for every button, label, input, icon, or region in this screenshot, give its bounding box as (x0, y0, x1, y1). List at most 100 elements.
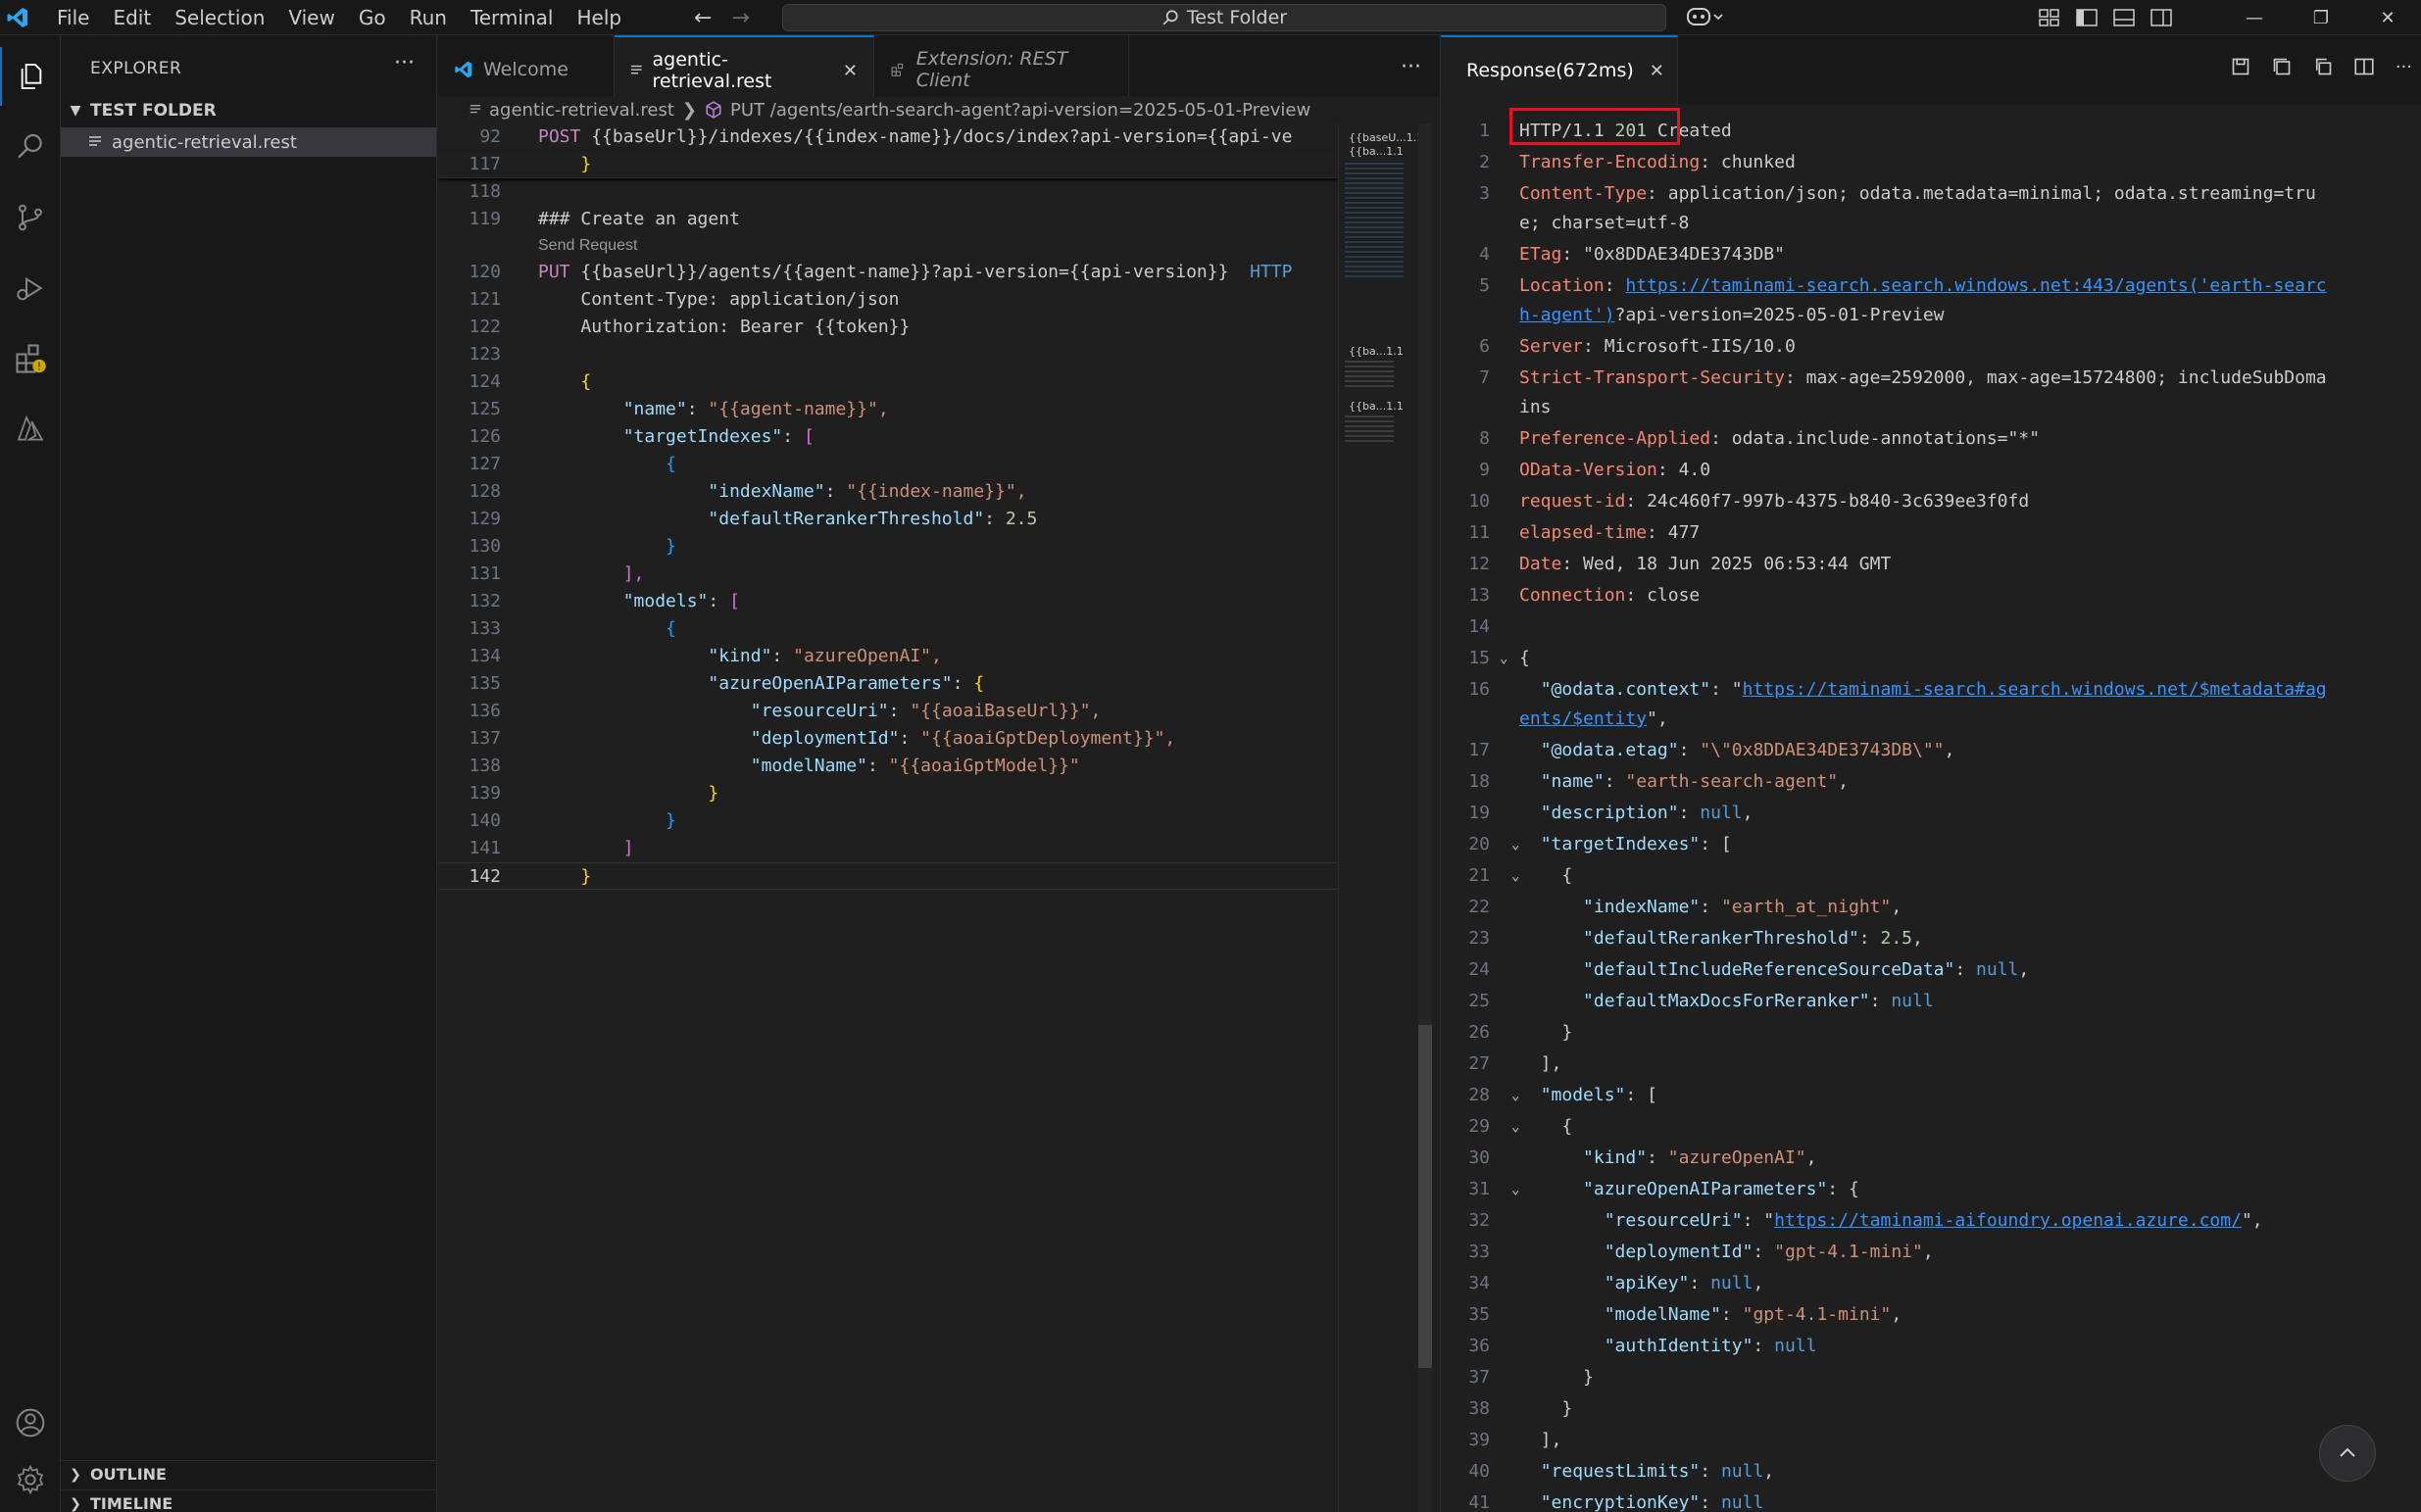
response-line: 8 Preference-Applied: odata.include-annot… (1479, 428, 2041, 449)
command-center[interactable]: Test Folder (782, 4, 1666, 31)
file-name: agentic-retrieval.rest (112, 131, 297, 153)
response-line-wrap: ents/$entity", (1519, 708, 1668, 729)
code-line: 132 "models": [ (469, 591, 740, 611)
response-line: 34 "apiKey": null, (1468, 1273, 1764, 1293)
toggle-primary-sidebar-icon[interactable] (2076, 8, 2098, 27)
menu-terminal[interactable]: Terminal (459, 0, 566, 35)
outline-label: OUTLINE (90, 1465, 167, 1484)
location-link[interactable]: h-agent') (1519, 305, 1615, 325)
menu-view[interactable]: View (276, 0, 346, 35)
code-line: 121 Content-Type: application/json (469, 289, 900, 310)
code-line: 123 (469, 344, 501, 365)
response-line: 25 "defaultMaxDocsForReranker": null (1468, 991, 1934, 1011)
explorer-sidebar: EXPLORER ··· ▼ TEST FOLDER agentic-retri… (61, 35, 437, 1512)
back-arrow-icon[interactable]: ← (694, 6, 712, 30)
response-line: 7 Strict-Transport-Security: max-age=2592… (1479, 367, 2327, 388)
close-tab-icon[interactable]: ✕ (843, 61, 858, 81)
folder-name: TEST FOLDER (90, 101, 217, 121)
minimize-icon[interactable]: — (2221, 0, 2288, 35)
split-editor-icon[interactable] (2354, 57, 2374, 76)
response-line: 4 ETag: "0x8DDAE34DE3743DB" (1479, 244, 1785, 265)
response-line: 35 "modelName": "gpt-4.1-mini", (1468, 1304, 1902, 1325)
menu-help[interactable]: Help (565, 0, 633, 35)
response-viewer[interactable]: 1 HTTP/1.1 201 Created 2 Transfer-Encoding… (1441, 116, 2421, 1512)
vscode-logo-icon (0, 0, 35, 35)
response-line: 29 ⌄ { (1441, 1111, 2421, 1143)
code-line: 128 "indexName": "{{index-name}}", (469, 481, 1027, 502)
metadata-link[interactable]: ents/$entity (1519, 708, 1647, 729)
tab-agentic-retrieval[interactable]: agentic-retrieval.rest ✕ (615, 35, 874, 104)
menu-selection[interactable]: Selection (163, 0, 276, 35)
close-window-icon[interactable]: ✕ (2354, 0, 2421, 35)
forward-arrow-icon[interactable]: → (731, 6, 749, 30)
toggle-panel-icon[interactable] (2113, 8, 2135, 27)
close-tab-icon[interactable]: ✕ (1650, 61, 1664, 81)
response-line: 30 "kind": "azureOpenAI", (1468, 1147, 1817, 1168)
code-line: 130 } (469, 536, 676, 557)
metadata-link[interactable]: https://taminami-search.search.windows.n… (1743, 679, 2327, 700)
response-actions: ··· (2231, 57, 2412, 77)
explorer-title: EXPLORER (90, 59, 182, 78)
tab-response[interactable]: API Response(672ms) ✕ (1441, 35, 1678, 104)
resource-uri-link[interactable]: https://taminami-aifoundry.openai.azure.… (1774, 1210, 2242, 1231)
extensions-icon[interactable]: ! (0, 329, 61, 388)
code-line: 122 Authorization: Bearer {{token}} (469, 317, 911, 337)
menu-file[interactable]: File (45, 0, 101, 35)
tab-extension-rest-client[interactable]: Extension: REST Client (874, 35, 1129, 104)
manage-gear-icon[interactable] (0, 1450, 61, 1509)
response-line: 14 (1468, 616, 1490, 637)
send-request-codelens[interactable]: Send Request (538, 237, 637, 255)
menu-run[interactable]: Run (398, 0, 459, 35)
explorer-icon[interactable] (0, 47, 61, 106)
response-line: 40 "requestLimits": null, (1468, 1461, 1775, 1482)
run-debug-icon[interactable] (0, 259, 61, 317)
editor-scrollbar[interactable] (1418, 123, 1432, 1512)
save-body-icon[interactable] (2272, 57, 2292, 76)
copilot-icon[interactable] (1686, 6, 1725, 32)
chevron-right-icon: ❯ (681, 99, 698, 121)
accounts-icon[interactable] (0, 1393, 61, 1452)
save-response-icon[interactable] (2231, 57, 2250, 76)
response-line-wrap: e; charset=utf-8 (1519, 213, 1690, 233)
response-line: 22 "indexName": "earth_at_night", (1468, 897, 1902, 917)
search-icon[interactable] (0, 118, 61, 176)
code-line: 129 "defaultRerankerThreshold": 2.5 (469, 509, 1038, 529)
minimap[interactable]: {{baseU...1.1 {{ba...1.1 {{ba...1.1 {{ba… (1338, 123, 1426, 1512)
response-line: 2 Transfer-Encoding: chunked (1479, 152, 1796, 172)
code-line: 136 "resourceUri": "{{aoaiBaseUrl}}", (469, 701, 1102, 721)
breadcrumb-file[interactable]: agentic-retrieval.rest (489, 100, 674, 121)
menu-go[interactable]: Go (347, 0, 398, 35)
timeline-section[interactable]: ❯ TIMELINE (61, 1489, 437, 1512)
response-line: 38 } (1468, 1398, 1573, 1419)
fold-chevron-icon[interactable]: ⌄ (1500, 643, 1507, 674)
tab-welcome[interactable]: Welcome (438, 35, 615, 104)
explorer-more-actions-icon[interactable]: ··· (394, 51, 415, 75)
code-editor[interactable]: 92 POST {{baseUrl}}/indexes/{{index-name}… (438, 123, 1338, 1512)
file-item-agentic-retrieval[interactable]: agentic-retrieval.rest (61, 127, 436, 157)
response-line: 3 Content-Type: application/json; odata.m… (1479, 183, 2316, 204)
folder-header[interactable]: ▼ TEST FOLDER (61, 98, 437, 123)
customize-layout-icon[interactable] (2039, 8, 2060, 27)
response-line: 36 "authIdentity": null (1468, 1336, 1817, 1356)
code-line: 120 PUT {{baseUrl}}/agents/{{agent-name}}… (469, 262, 1293, 282)
azure-icon[interactable] (0, 400, 61, 459)
toggle-secondary-sidebar-icon[interactable] (2150, 8, 2172, 27)
breadcrumb-symbol[interactable]: PUT /agents/earth-search-agent?api-versi… (730, 100, 1310, 121)
more-actions-icon[interactable]: ··· (2396, 57, 2412, 77)
copy-icon[interactable] (2313, 57, 2333, 76)
code-line: 140 } (469, 810, 676, 831)
outline-section[interactable]: ❯ OUTLINE (61, 1460, 437, 1488)
response-line: 16 "@odata.context": "https://taminami-s… (1468, 679, 2327, 700)
code-line: 133 { (469, 618, 676, 639)
svg-text:!: ! (37, 361, 41, 372)
tab-label: Response(672ms) (1466, 60, 1634, 81)
restore-icon[interactable]: ❐ (2288, 0, 2354, 35)
file-lines-icon (89, 136, 101, 146)
tabs-more-actions-icon[interactable]: ··· (1401, 55, 1421, 79)
location-link[interactable]: https://taminami-search.search.windows.n… (1625, 275, 2326, 296)
menu-edit[interactable]: Edit (101, 0, 163, 35)
scrollbar-thumb[interactable] (1418, 1025, 1432, 1368)
source-control-icon[interactable] (0, 188, 61, 247)
scroll-to-top-button[interactable] (2319, 1425, 2376, 1482)
response-line: 41 "encryptionKey": null (1468, 1492, 1764, 1512)
